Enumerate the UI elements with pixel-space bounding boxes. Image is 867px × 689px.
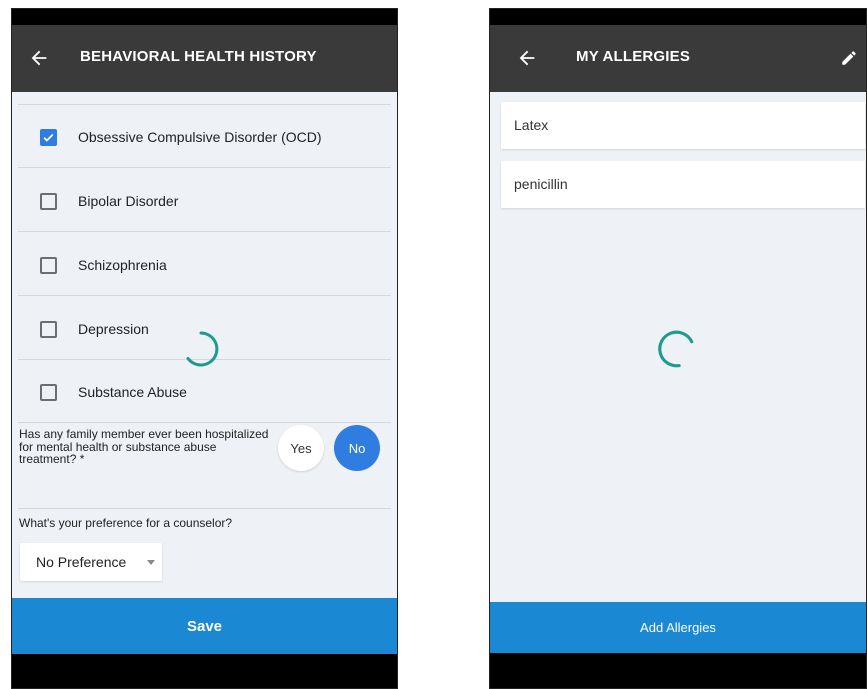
family-hospitalization-question: Has any family member ever been hospital… (19, 427, 269, 466)
condition-label: Bipolar Disorder (78, 193, 179, 209)
counselor-preference-label: What's your preference for a counselor? (19, 516, 233, 530)
add-allergies-button[interactable]: Add Allergies (490, 602, 866, 653)
yes-button[interactable]: Yes (278, 425, 324, 471)
pencil-icon[interactable] (840, 49, 858, 67)
divider (18, 167, 391, 168)
form-content: Obsessive Compulsive Disorder (OCD) Bipo… (12, 92, 397, 598)
app-bar: MY ALLERGIES (490, 25, 866, 92)
page-title: MY ALLERGIES (576, 48, 691, 65)
app-bar: BEHAVIORAL HEALTH HISTORY (12, 25, 397, 92)
condition-label: Substance Abuse (78, 384, 187, 400)
checkbox[interactable] (40, 193, 57, 210)
allergy-item-latex[interactable]: Latex (501, 102, 865, 149)
condition-row-substance-abuse[interactable]: Substance Abuse (12, 360, 397, 423)
checkbox[interactable] (40, 384, 57, 401)
condition-label: Obsessive Compulsive Disorder (OCD) (78, 129, 322, 145)
my-allergies-screen: MY ALLERGIES Latex penicillin Add Allerg… (489, 8, 867, 689)
page-title: BEHAVIORAL HEALTH HISTORY (80, 48, 317, 65)
divider (18, 295, 391, 296)
back-arrow-icon[interactable] (28, 47, 50, 69)
divider (18, 508, 391, 509)
condition-label: Depression (78, 321, 149, 337)
condition-label: Schizophrenia (78, 257, 167, 273)
behavioral-health-screen: BEHAVIORAL HEALTH HISTORY Obsessive Comp… (11, 8, 398, 689)
checkmark-icon (43, 133, 54, 142)
allergy-item-penicillin[interactable]: penicillin (501, 161, 865, 208)
loading-spinner-icon (658, 330, 694, 368)
caret-down-icon (147, 560, 155, 565)
allergy-list: Latex penicillin (490, 92, 866, 602)
back-arrow-icon[interactable] (516, 47, 538, 69)
checkbox[interactable] (40, 321, 57, 338)
checkbox-checked[interactable] (40, 129, 57, 146)
checkbox[interactable] (40, 257, 57, 274)
condition-row-ocd[interactable]: Obsessive Compulsive Disorder (OCD) (12, 105, 397, 168)
divider (18, 231, 391, 232)
counselor-preference-dropdown[interactable]: No Preference (20, 543, 162, 581)
allergy-label: penicillin (514, 176, 568, 192)
save-button[interactable]: Save (12, 598, 397, 654)
condition-row-schizophrenia[interactable]: Schizophrenia (12, 233, 397, 296)
no-button-selected[interactable]: No (334, 425, 380, 471)
condition-row-bipolar[interactable]: Bipolar Disorder (12, 169, 397, 232)
loading-spinner-icon (186, 331, 219, 367)
allergy-label: Latex (514, 117, 549, 133)
dropdown-value: No Preference (36, 554, 127, 570)
divider (18, 422, 391, 423)
